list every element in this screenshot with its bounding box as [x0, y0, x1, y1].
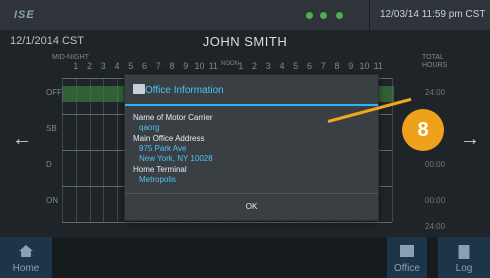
- grid-tick: [103, 78, 105, 222]
- hour-tick: NOON: [221, 61, 239, 67]
- grand-total: 24:00: [425, 222, 446, 231]
- driver-name: JOHN SMITH: [202, 34, 288, 49]
- status-label: ON: [46, 196, 58, 205]
- log-button[interactable]: Log: [438, 237, 490, 278]
- hour-tick: 2: [251, 61, 257, 71]
- field-value: New York, NY 10028: [139, 154, 213, 163]
- callout-badge: 8: [402, 109, 444, 151]
- divider: [369, 0, 370, 30]
- office-info-dialog: Office Information Name of Motor Carrier…: [124, 74, 379, 221]
- field-value: 975 Park Ave: [139, 144, 187, 153]
- row-total: 00:00: [425, 196, 446, 205]
- ok-button[interactable]: OK: [125, 194, 378, 220]
- home-icon: [19, 245, 33, 257]
- status-label: SB: [46, 124, 57, 133]
- hour-tick: 9: [183, 61, 189, 71]
- grid-line: [62, 222, 392, 223]
- field-value: qaorg: [139, 123, 160, 132]
- hour-tick: 11: [373, 61, 383, 71]
- hour-tick: 3: [265, 61, 271, 71]
- hour-tick: 5: [128, 61, 134, 71]
- field-value: Metropolis: [139, 175, 176, 184]
- grid-tick: [62, 78, 63, 222]
- title-underline: [125, 104, 378, 106]
- office-label: Office: [394, 263, 420, 274]
- app-logo: ISE: [14, 9, 35, 21]
- hour-tick: 1: [238, 61, 244, 71]
- field-label: Home Terminal: [133, 165, 187, 174]
- diamond-icon: [306, 12, 313, 19]
- log-icon: [458, 245, 470, 259]
- hour-tick: 1: [73, 61, 79, 71]
- hour-tick: 8: [334, 61, 340, 71]
- hour-tick: 6: [306, 61, 312, 71]
- briefcase-icon: [400, 245, 414, 257]
- hour-tick: 7: [320, 61, 326, 71]
- grid-tick: [89, 78, 91, 222]
- hour-tick: 3: [100, 61, 106, 71]
- hour-tick: 5: [293, 61, 299, 71]
- grid-tick: [75, 78, 77, 222]
- home-label: Home: [12, 263, 40, 274]
- row-total: 00:00: [425, 160, 446, 169]
- home-button[interactable]: Home: [0, 237, 52, 278]
- hour-tick: 8: [169, 61, 175, 71]
- hour-tick: 4: [279, 61, 285, 71]
- status-label: OFF: [46, 88, 62, 97]
- hour-tick: 2: [86, 61, 92, 71]
- hours-header: MID-NIGHT TOTAL HOURS 1 2 3 4 5 6 7 8 9 10 11 NOON 1…: [52, 52, 462, 76]
- row-total: 24:00: [425, 88, 446, 97]
- next-day-arrow-icon[interactable]: →: [460, 128, 480, 151]
- grid-tick: [117, 78, 118, 222]
- hour-tick: 9: [348, 61, 354, 71]
- circle-icon: [320, 12, 327, 19]
- briefcase-icon: [133, 84, 145, 94]
- hour-tick: 7: [155, 61, 161, 71]
- total-hours-label: TOTAL HOURS: [422, 54, 448, 69]
- status-label: D: [46, 160, 52, 169]
- hour-tick: 10: [194, 61, 205, 71]
- field-label: Name of Motor Carrier: [133, 113, 213, 122]
- field-label: Main Office Address: [133, 134, 205, 143]
- hour-tick: 10: [359, 61, 370, 71]
- current-datetime: 12/03/14 11:59 pm CST: [380, 9, 486, 20]
- gps-icon: [336, 12, 343, 19]
- previous-day-arrow-icon[interactable]: ←: [12, 128, 32, 151]
- hour-tick: 11: [208, 61, 218, 71]
- hour-tick: 6: [141, 61, 147, 71]
- office-button[interactable]: Office: [387, 237, 427, 278]
- hour-tick: 4: [114, 61, 120, 71]
- dialog-title: Office Information: [145, 85, 224, 96]
- log-label: Log: [455, 263, 473, 274]
- grid-tick: [392, 78, 393, 222]
